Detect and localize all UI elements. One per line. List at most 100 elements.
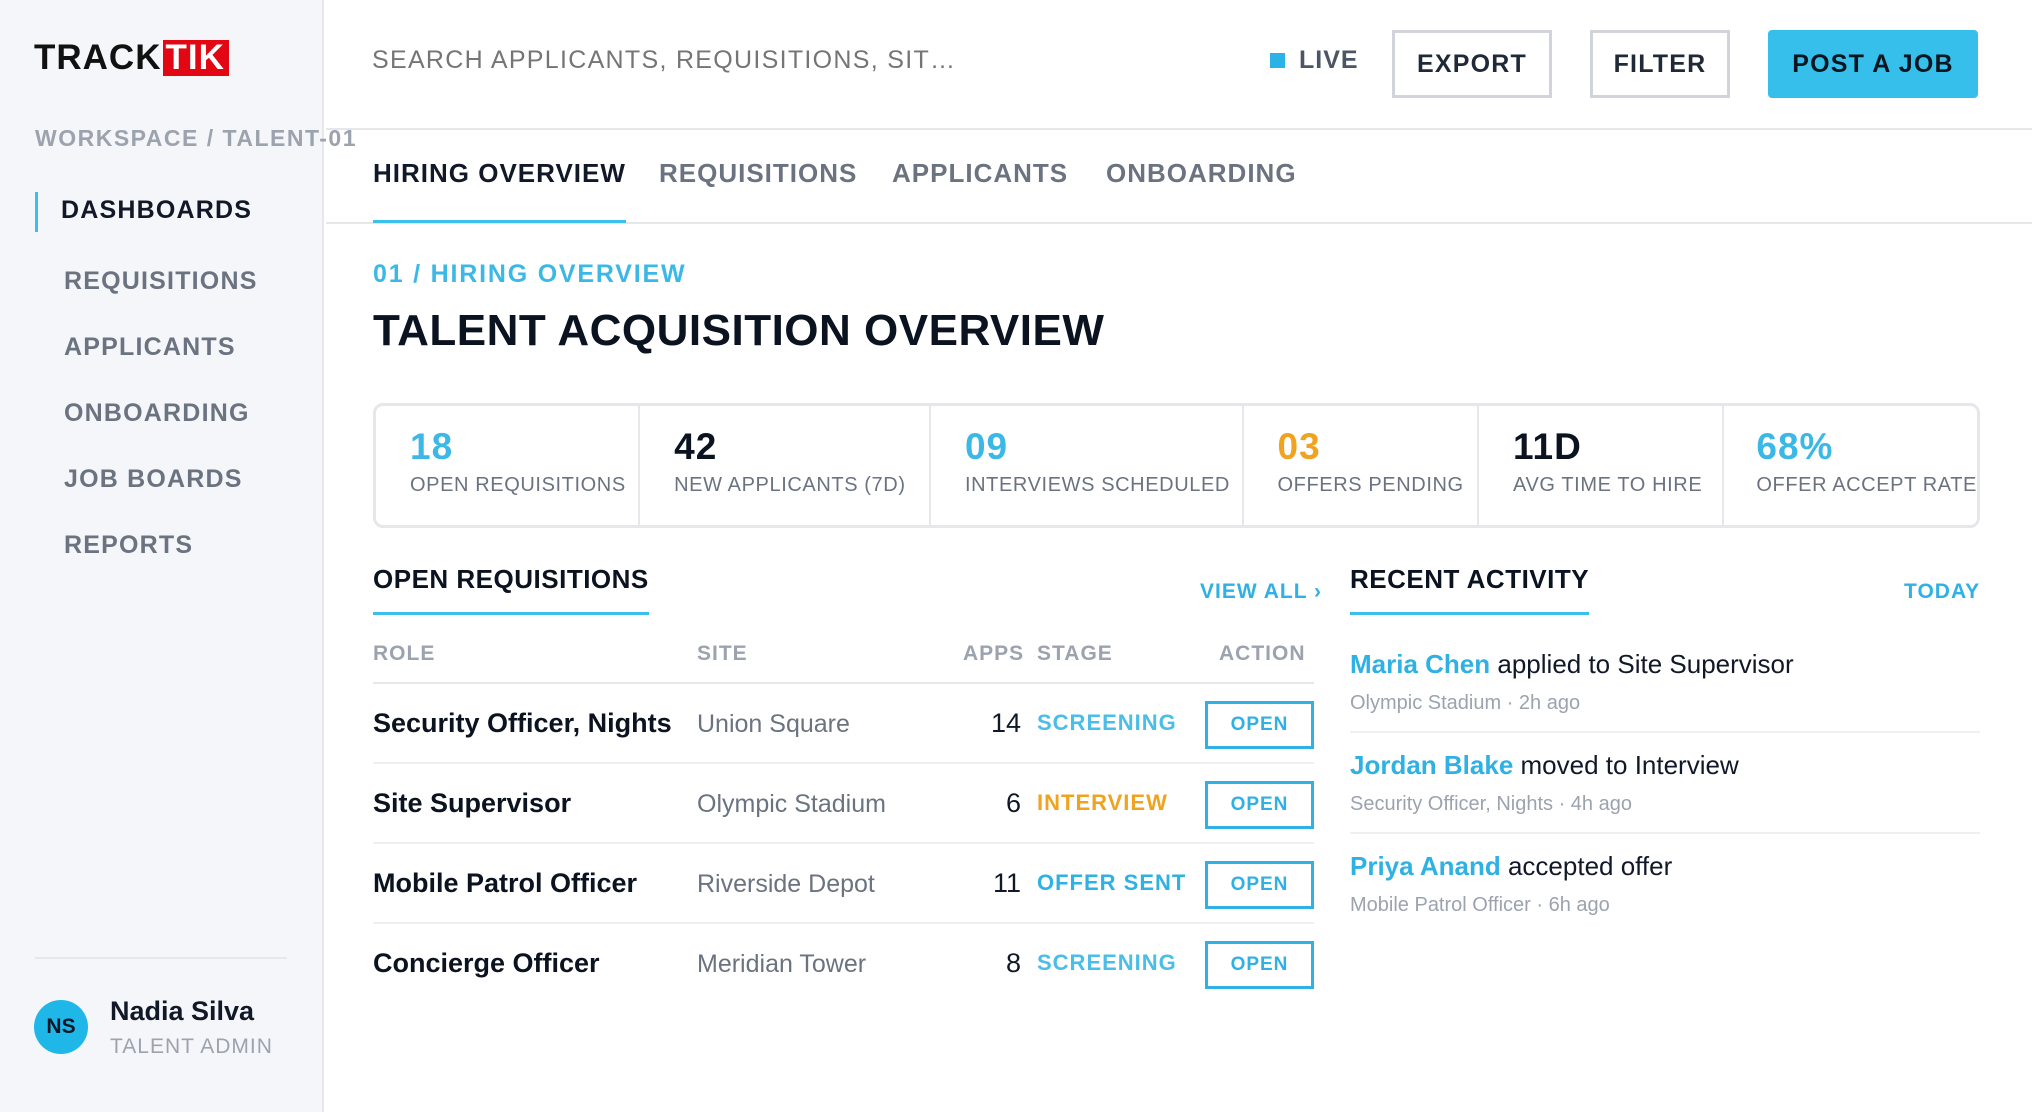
site-cell: Meridian Tower (697, 950, 867, 978)
site-cell: Union Square (697, 710, 850, 738)
avatar[interactable]: NS (34, 1000, 88, 1054)
recent-activity-title: RECENT ACTIVITY (1350, 564, 1590, 615)
tab-onboarding[interactable]: ONBOARDING (1106, 158, 1297, 189)
role-cell[interactable]: Security Officer, Nights (373, 708, 672, 739)
open-button[interactable]: OPEN (1205, 781, 1314, 829)
activity-text: moved to Interview (1513, 750, 1739, 780)
kpi-value: 68% (1756, 426, 1834, 467)
kpi-offers-pending[interactable]: 03 OFFERS PENDING (1244, 406, 1479, 525)
kpi-new-applicants[interactable]: 42 NEW APPLICANTS (7D) (640, 406, 931, 525)
breadcrumb[interactable]: WORKSPACE / TALENT-01 (35, 125, 357, 152)
kpi-label: OFFERS PENDING (1277, 474, 1464, 496)
table-row[interactable]: Site Supervisor Olympic Stadium 6 INTERV… (373, 764, 1314, 844)
live-indicator: LIVE (1270, 46, 1359, 75)
kpi-value: 09 (964, 426, 1009, 467)
activity-line: Maria Chen applied to Site Supervisor (1350, 649, 1980, 680)
kpi-value: 03 (1277, 426, 1321, 467)
page-title: TALENT ACQUISITION OVERVIEW (373, 306, 1105, 355)
activity-item: Maria Chen applied to Site Supervisor Ol… (1350, 632, 1980, 733)
activity-text: accepted offer (1500, 851, 1673, 881)
applicant-name-link[interactable]: Jordan Blake (1350, 750, 1513, 780)
open-button[interactable]: OPEN (1205, 941, 1314, 989)
search-input[interactable] (372, 46, 972, 75)
user-info: Nadia Silva TALENT ADMIN (110, 995, 273, 1059)
sidebar-item-reports[interactable]: REPORTS (0, 512, 322, 578)
user-name: Nadia Silva (110, 996, 255, 1026)
kpi-value: 11D (1513, 426, 1582, 467)
sidebar-item-requisitions[interactable]: REQUISITIONS (0, 248, 322, 314)
role-cell[interactable]: Mobile Patrol Officer (373, 868, 637, 899)
table-row[interactable]: Concierge Officer Meridian Tower 8 SCREE… (373, 924, 1314, 1004)
kpi-value: 18 (410, 426, 454, 467)
applicant-name-link[interactable]: Priya Anand (1350, 851, 1501, 881)
sidebar-item-job-boards[interactable]: JOB BOARDS (0, 446, 322, 512)
kpi-interviews-scheduled[interactable]: 09 INTERVIEWS SCHEDULED (931, 406, 1244, 525)
kpi-avg-time-to-hire[interactable]: 11D AVG TIME TO HIRE (1479, 406, 1725, 525)
requisitions-table: ROLE SITE APPS STAGE ACTION Security Off… (373, 632, 1314, 1004)
sidebar-divider (35, 957, 287, 959)
table-row[interactable]: Mobile Patrol Officer Riverside Depot 11… (373, 844, 1314, 924)
stage-badge: SCREENING (1037, 710, 1177, 735)
open-requisitions-title: OPEN REQUISITIONS (373, 564, 649, 615)
stage-badge: OFFER SENT (1037, 870, 1187, 895)
trackt-ik-logo[interactable]: TRACK TIK (34, 40, 229, 76)
table-row[interactable]: Security Officer, Nights Union Square 14… (373, 684, 1314, 764)
applicant-name-link[interactable]: Maria Chen (1350, 649, 1490, 679)
column-header-site[interactable]: SITE (697, 642, 748, 666)
post-a-job-button[interactable]: POST A JOB (1768, 30, 1978, 98)
column-header-role[interactable]: ROLE (373, 642, 435, 666)
sidebar-nav: DASHBOARDS REQUISITIONS APPLICANTS ONBOA… (0, 184, 322, 578)
stage-badge: INTERVIEW (1037, 790, 1168, 815)
open-button[interactable]: OPEN (1205, 861, 1314, 909)
activity-line: Priya Anand accepted offer (1350, 851, 1980, 882)
kpi-label: AVG TIME TO HIRE (1513, 474, 1703, 496)
role-cell[interactable]: Site Supervisor (373, 788, 571, 819)
sidebar-item-onboarding[interactable]: ONBOARDING (0, 380, 322, 446)
apps-cell: 11 (992, 868, 1021, 898)
today-link[interactable]: TODAY (1904, 580, 1980, 604)
top-bar: LIVE EXPORT FILTER POST A JOB (326, 0, 2032, 130)
tab-bar: HIRING OVERVIEW REQUISITIONS APPLICANTS … (326, 130, 2032, 224)
live-dot-icon (1270, 53, 1285, 68)
kpi-label: OPEN REQUISITIONS (410, 474, 626, 496)
activity-item: Priya Anand accepted offer Mobile Patrol… (1350, 834, 1980, 933)
kpi-strip: 18 OPEN REQUISITIONS 42 NEW APPLICANTS (… (373, 403, 1980, 528)
kpi-open-requisitions[interactable]: 18 OPEN REQUISITIONS (376, 406, 641, 525)
apps-cell: 8 (1005, 948, 1021, 978)
role-cell[interactable]: Concierge Officer (373, 948, 600, 979)
sidebar-item-dashboards[interactable]: DASHBOARDS (0, 184, 322, 236)
open-button[interactable]: OPEN (1205, 701, 1314, 749)
apps-cell: 6 (1005, 788, 1021, 818)
kpi-label: INTERVIEWS SCHEDULED (964, 474, 1230, 496)
table-header: ROLE SITE APPS STAGE ACTION (373, 632, 1314, 684)
activity-meta: Olympic Stadium · 2h ago (1350, 692, 1581, 714)
stage-badge: SCREENING (1037, 950, 1177, 975)
site-cell: Olympic Stadium (697, 790, 886, 818)
kpi-offer-accept-rate[interactable]: 68% OFFER ACCEPT RATE (1724, 406, 1977, 525)
filter-button[interactable]: FILTER (1590, 30, 1730, 98)
column-header-action: ACTION (1219, 642, 1306, 665)
view-all-link[interactable]: VIEW ALL › (1200, 580, 1322, 604)
logo-text-track: TRACK (34, 38, 162, 77)
activity-item: Jordan Blake moved to Interview Security… (1350, 733, 1980, 834)
activity-text: applied to Site Supervisor (1490, 649, 1794, 679)
kpi-label: OFFER ACCEPT RATE (1756, 474, 1977, 496)
live-label: LIVE (1299, 46, 1359, 74)
kpi-value: 42 (674, 426, 718, 467)
sidebar-item-applicants[interactable]: APPLICANTS (0, 314, 322, 380)
tab-hiring-overview[interactable]: HIRING OVERVIEW (373, 158, 626, 223)
column-header-apps[interactable]: APPS (963, 642, 1024, 666)
column-header-stage[interactable]: STAGE (1037, 642, 1113, 666)
tab-requisitions[interactable]: REQUISITIONS (659, 158, 857, 189)
user-role: TALENT ADMIN (110, 1035, 273, 1058)
export-button[interactable]: EXPORT (1392, 30, 1552, 98)
user-profile[interactable]: NS Nadia Silva TALENT ADMIN (34, 995, 273, 1059)
sidebar: TRACK TIK WORKSPACE / TALENT-01 DASHBOAR… (0, 0, 356, 1112)
apps-cell: 14 (990, 708, 1021, 738)
site-cell: Riverside Depot (697, 870, 875, 898)
activity-meta: Mobile Patrol Officer · 6h ago (1350, 894, 1610, 916)
activity-feed: Maria Chen applied to Site Supervisor Ol… (1350, 632, 1980, 933)
activity-meta: Security Officer, Nights · 4h ago (1350, 793, 1632, 815)
section-kicker: 01 / HIRING OVERVIEW (373, 260, 687, 288)
tab-applicants[interactable]: APPLICANTS (892, 158, 1068, 189)
